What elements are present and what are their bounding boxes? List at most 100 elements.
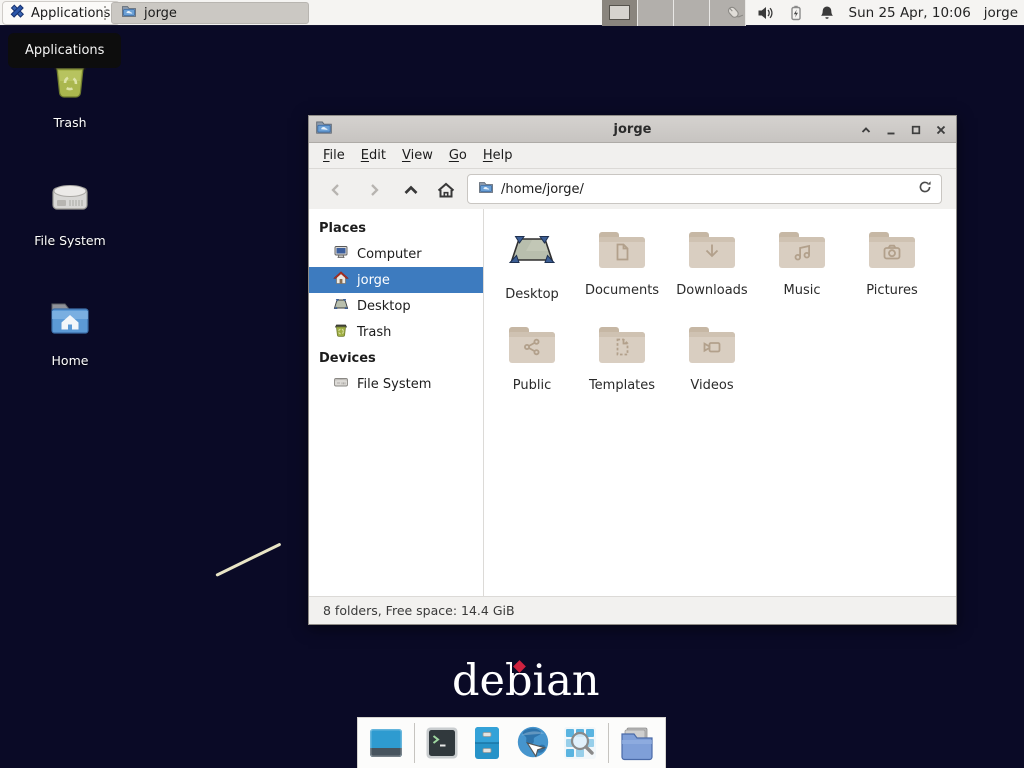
sidebar-header-places: Places	[309, 215, 483, 241]
menu-help[interactable]: Help	[483, 148, 513, 163]
home-folder-icon	[46, 294, 94, 346]
folder-item-documents[interactable]: Documents	[577, 226, 667, 321]
sidebar-item-jorge[interactable]: jorge	[309, 267, 483, 293]
folder-music-icon	[778, 226, 826, 274]
tooltip-text: Applications	[25, 43, 104, 58]
debian-logo: debian	[452, 658, 600, 705]
folder-item-label: Templates	[589, 378, 655, 393]
file-manager-window: jorge File Edit View Go Help	[308, 115, 957, 625]
sidebar-item-filesystem[interactable]: File System	[309, 371, 483, 397]
minimize-button[interactable]	[884, 123, 898, 137]
sidebar-item-trash[interactable]: Trash	[309, 319, 483, 345]
menubar: File Edit View Go Help	[309, 143, 956, 169]
shade-button[interactable]	[859, 123, 873, 137]
path-value[interactable]: /home/jorge/	[501, 182, 917, 197]
forward-button[interactable]	[361, 177, 387, 203]
wallpaper-line-artifact	[215, 543, 281, 577]
panel-user-menu[interactable]: jorge	[984, 5, 1018, 21]
statusbar-text: 8 folders, Free space: 14.4 GiB	[323, 603, 515, 618]
sidebar-item-label: Trash	[357, 325, 391, 340]
sidebar-item-label: jorge	[357, 273, 390, 288]
sidebar-item-label: Computer	[357, 247, 422, 262]
bell-icon[interactable]	[818, 4, 836, 22]
folder-item-templates[interactable]: Templates	[577, 321, 667, 416]
folder-item-downloads[interactable]: Downloads	[667, 226, 757, 321]
dock-separator	[414, 723, 415, 763]
user-home-icon	[333, 270, 349, 290]
home-button[interactable]	[433, 177, 459, 203]
toolbar: /home/jorge/	[309, 169, 956, 209]
tasklist-handle[interactable]	[104, 6, 107, 20]
folder-item-label: Desktop	[505, 287, 559, 302]
desktop-icon-label: File System	[34, 233, 106, 248]
computer-icon	[333, 244, 349, 264]
reload-icon[interactable]	[917, 179, 933, 199]
folder-pictures-icon	[868, 226, 916, 274]
folder-public-icon	[508, 321, 556, 369]
desktop-special-icon	[508, 226, 556, 278]
sidebar-item-desktop[interactable]: Desktop	[309, 293, 483, 319]
back-button[interactable]	[323, 177, 349, 203]
maximize-button[interactable]	[909, 123, 923, 137]
top-panel: Applications jorge	[0, 0, 1024, 26]
folder-icon	[478, 179, 494, 199]
workspace-2[interactable]	[638, 0, 674, 26]
desktop-icon-home[interactable]: Home	[20, 294, 120, 368]
directory-menu-icon[interactable]	[618, 724, 656, 762]
sidebar-item-computer[interactable]: Computer	[309, 241, 483, 267]
trash-icon	[333, 322, 349, 342]
applications-icon	[9, 3, 25, 23]
folder-item-label: Videos	[690, 378, 733, 393]
path-entry[interactable]: /home/jorge/	[467, 174, 942, 204]
folder-icon	[121, 3, 137, 23]
folder-item-label: Pictures	[866, 283, 917, 298]
drive-icon	[333, 374, 349, 394]
volume-icon[interactable]	[756, 4, 774, 22]
taskbar-window-button[interactable]: jorge	[111, 2, 309, 24]
desktop-icon-label: Trash	[53, 115, 86, 130]
folder-item-label: Documents	[585, 283, 659, 298]
mouse-icon[interactable]	[725, 4, 743, 22]
workspace-1[interactable]	[602, 0, 638, 26]
desktop-icon-label: Home	[52, 353, 89, 368]
places-sidebar: Places Computer	[309, 209, 484, 596]
terminal-icon[interactable]	[424, 724, 460, 762]
web-browser-icon[interactable]	[514, 724, 552, 762]
folder-item-desktop[interactable]: Desktop	[487, 226, 577, 321]
dock-separator	[608, 723, 609, 763]
sidebar-item-label: Desktop	[357, 299, 411, 314]
app-finder-icon[interactable]	[561, 724, 599, 762]
folder-item-pictures[interactable]: Pictures	[847, 226, 937, 321]
workspace-window-thumb	[609, 5, 630, 20]
applications-tooltip: Applications	[8, 33, 121, 68]
desktop-icon-filesystem[interactable]: File System	[20, 174, 120, 248]
folder-item-label: Music	[784, 283, 821, 298]
file-manager-icon[interactable]	[469, 724, 505, 762]
folder-item-label: Downloads	[676, 283, 747, 298]
folder-view: Desktop Documents Downloads	[484, 209, 956, 596]
workspace-3[interactable]	[674, 0, 710, 26]
battery-icon[interactable]	[787, 4, 805, 22]
folder-downloads-icon	[688, 226, 736, 274]
taskbar-window-label: jorge	[144, 6, 177, 21]
folder-documents-icon	[598, 226, 646, 274]
folder-item-label: Public	[513, 378, 551, 393]
folder-item-music[interactable]: Music	[757, 226, 847, 321]
folder-item-videos[interactable]: Videos	[667, 321, 757, 416]
up-button[interactable]	[398, 177, 424, 203]
menu-view[interactable]: View	[402, 148, 433, 163]
window-titlebar[interactable]: jorge	[309, 116, 956, 143]
panel-clock[interactable]: Sun 25 Apr, 10:06	[849, 5, 971, 21]
folder-item-public[interactable]: Public	[487, 321, 577, 416]
menu-edit[interactable]: Edit	[361, 148, 386, 163]
applications-label: Applications	[31, 6, 110, 21]
applications-menu-button[interactable]: Applications	[2, 1, 120, 25]
sidebar-header-devices: Devices	[309, 345, 483, 371]
drive-icon	[46, 174, 94, 226]
menu-go[interactable]: Go	[449, 148, 467, 163]
sidebar-item-label: File System	[357, 377, 431, 392]
menu-file[interactable]: File	[323, 148, 345, 163]
close-button[interactable]	[934, 123, 948, 137]
show-desktop-icon[interactable]	[367, 724, 405, 762]
folder-videos-icon	[688, 321, 736, 369]
